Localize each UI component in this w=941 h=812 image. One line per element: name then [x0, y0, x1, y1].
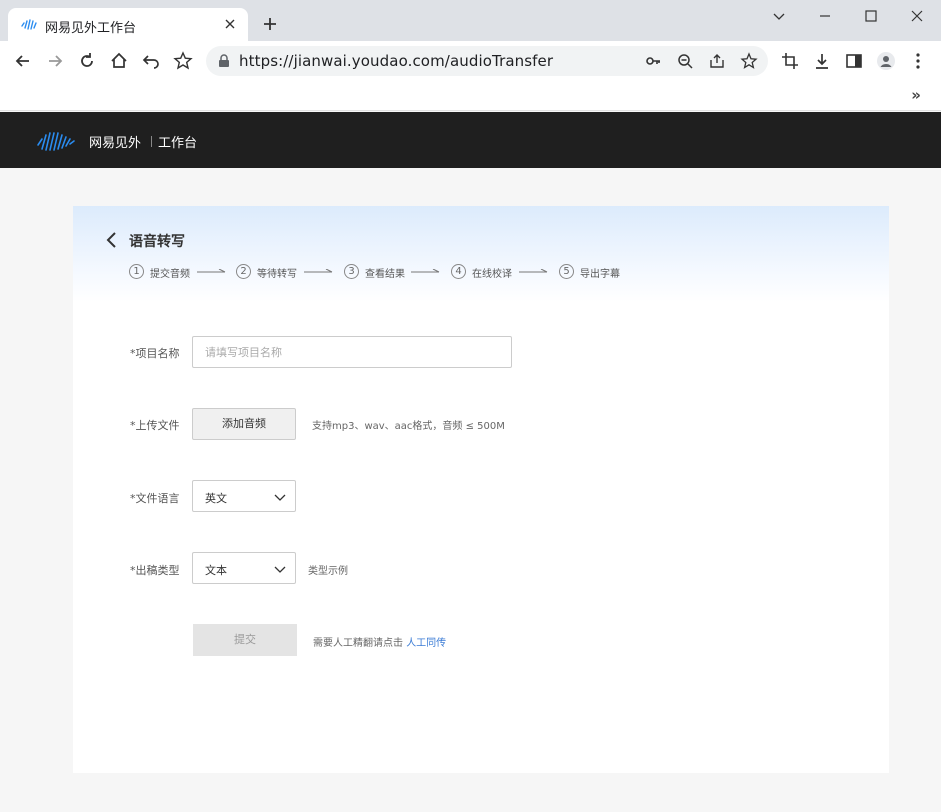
forward-arrow-icon[interactable] [45, 51, 65, 71]
lock-icon[interactable] [218, 54, 230, 68]
project-name-input[interactable] [193, 337, 511, 367]
human-interpreting-link[interactable]: 人工同传 [406, 638, 446, 649]
share-icon[interactable] [708, 52, 726, 70]
home-icon[interactable] [109, 51, 129, 71]
url-text[interactable]: https://jianwai.youdao.com/audioTransfer [239, 52, 553, 70]
chevron-down-icon [274, 494, 286, 501]
transcription-card: 语音转写 1 提交音频 2 等待转写 3 查看结果 4 在线校译 5 导出字幕 … [73, 206, 889, 773]
step-label: 在线校译 [472, 269, 512, 280]
page-title: 语音转写 [129, 234, 185, 250]
add-audio-button[interactable]: 添加音频 [192, 408, 296, 440]
crop-icon[interactable] [780, 51, 800, 71]
step-number: 1 [129, 264, 144, 279]
step-number: 3 [344, 264, 359, 279]
minimize-icon[interactable] [817, 8, 833, 24]
language-select[interactable]: 英文 [192, 480, 296, 512]
human-translation-hint: 需要人工精翻请点击 人工同传 [313, 634, 446, 649]
key-icon[interactable] [644, 52, 662, 70]
language-label: *文件语言 [130, 492, 180, 505]
step-number: 2 [236, 264, 251, 279]
browser-toolbar: https://jianwai.youdao.com/audioTransfer [0, 41, 941, 81]
chevron-left-icon[interactable] [105, 231, 119, 249]
bookmark-star-icon[interactable] [173, 51, 193, 71]
brand-divider [151, 136, 152, 147]
language-select-value: 英文 [205, 492, 227, 505]
star-icon[interactable] [740, 52, 758, 70]
browser-tab[interactable]: 网易见外工作台 [8, 8, 248, 41]
undo-icon[interactable] [141, 51, 161, 71]
tab-title: 网易见外工作台 [45, 21, 137, 36]
output-type-select-value: 文本 [205, 564, 227, 577]
upload-label: *上传文件 [130, 419, 180, 432]
plus-icon[interactable] [262, 16, 278, 32]
chevron-down-icon [274, 566, 286, 573]
reload-icon[interactable] [77, 51, 97, 71]
output-type-example-link[interactable]: 类型示例 [308, 562, 348, 577]
output-type-select[interactable]: 文本 [192, 552, 296, 584]
submit-button[interactable]: 提交 [193, 624, 297, 656]
download-icon[interactable] [812, 51, 832, 71]
workbench-label[interactable]: 工作台 [158, 132, 197, 151]
step-label: 提交音频 [150, 269, 190, 280]
maximize-icon[interactable] [863, 8, 879, 24]
bookmark-bar: » [0, 81, 941, 111]
back-arrow-icon[interactable] [13, 51, 33, 71]
step-arrow-icon [197, 269, 226, 273]
youdao-favicon-icon [21, 19, 37, 30]
kebab-menu-icon[interactable] [908, 51, 928, 71]
project-name-label: *项目名称 [130, 347, 180, 360]
profile-avatar-icon[interactable] [876, 51, 896, 71]
human-translation-hint-text: 需要人工精翻请点击 [313, 638, 403, 649]
step-arrow-icon [519, 269, 548, 273]
zoom-out-icon[interactable] [676, 52, 694, 70]
brand-logo-icon[interactable] [36, 130, 82, 152]
project-name-field[interactable] [192, 336, 512, 368]
upload-format-hint: 支持mp3、wav、aac格式，音频 ≤ 500M [312, 421, 505, 432]
step-label: 查看结果 [365, 269, 405, 280]
window-close-icon[interactable] [909, 8, 925, 24]
close-icon[interactable] [222, 16, 238, 32]
step-label: 导出字幕 [580, 269, 620, 280]
bookmarks-overflow-icon[interactable]: » [911, 86, 921, 104]
card-header: 语音转写 1 提交音频 2 等待转写 3 查看结果 4 在线校译 5 导出字幕 [73, 206, 889, 302]
step-arrow-icon [411, 269, 440, 273]
step-number: 5 [559, 264, 574, 279]
output-type-label: *出稿类型 [130, 564, 180, 577]
address-bar[interactable]: https://jianwai.youdao.com/audioTransfer [206, 46, 768, 76]
step-number: 4 [451, 264, 466, 279]
brand-name[interactable]: 网易见外 [89, 132, 141, 151]
app-header: 网易见外 工作台 [0, 112, 941, 168]
side-panel-icon[interactable] [844, 51, 864, 71]
browser-tabstrip: 网易见外工作台 [0, 0, 941, 41]
step-arrow-icon [304, 269, 333, 273]
step-label: 等待转写 [257, 269, 297, 280]
chevron-down-icon[interactable] [771, 8, 787, 24]
